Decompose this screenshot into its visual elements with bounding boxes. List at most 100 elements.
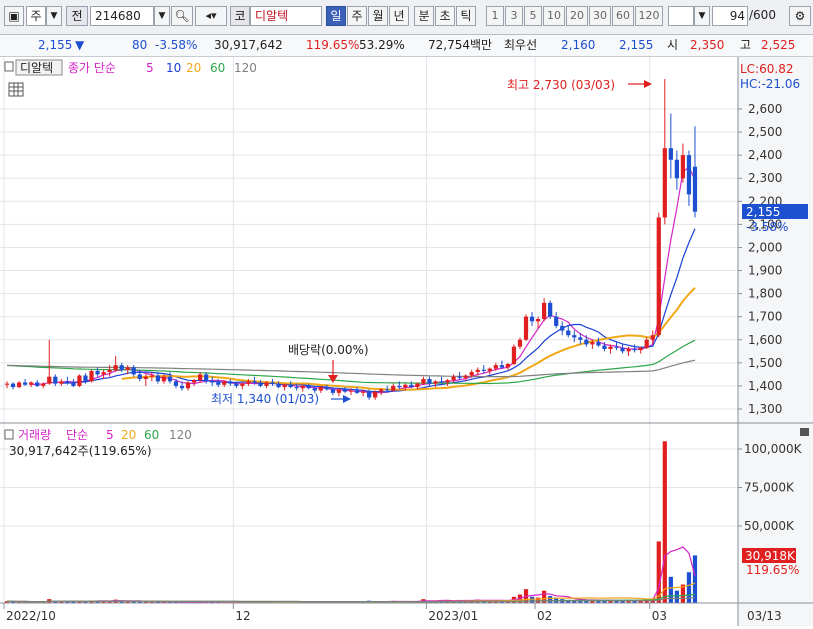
close-panel-icon[interactable] [800, 428, 809, 436]
open-price: 2,350 [690, 38, 725, 52]
candle-body [590, 342, 595, 345]
candle-body [463, 375, 468, 378]
volume-ma-label-120: 120 [169, 428, 192, 442]
stock-code-input[interactable]: 214680 [90, 6, 154, 26]
candle-body [578, 337, 583, 340]
interval-20[interactable]: 20 [566, 6, 588, 26]
volume-tick-label: 100,000K [744, 442, 803, 456]
high-annotation: 최고 2,730 (03/03) [507, 78, 615, 92]
candle-body [113, 365, 118, 370]
collapse-icon[interactable] [4, 61, 14, 72]
price-tick-label: 1,400 [748, 379, 782, 393]
candle-body [505, 364, 511, 368]
speaker-icon[interactable]: ◂▾ [195, 6, 227, 26]
candle-body [131, 367, 136, 375]
toolbar: ▣ 주 ▼ 전 214680 ▼ 🔍︎ ◂▾ 코 디알텍 일 주 월 년 분 초… [0, 0, 813, 35]
count-blank[interactable] [668, 6, 694, 26]
candle-body [451, 376, 456, 381]
interval-60[interactable]: 60 [612, 6, 634, 26]
candle-body [542, 302, 547, 319]
table-icon[interactable] [8, 82, 24, 97]
interval-10[interactable]: 10 [543, 6, 565, 26]
price-tick-label: 2,300 [748, 171, 782, 185]
volume-ma-label-20: 20 [121, 428, 136, 442]
x-tick-label: 2023/01 [428, 609, 478, 623]
candle-body [487, 368, 492, 371]
high-label: 고 [740, 38, 752, 52]
high-price: 2,525 [761, 38, 796, 52]
candle-body [47, 376, 52, 384]
candle-body [354, 390, 360, 393]
candle-body [566, 330, 571, 336]
candle-body [644, 339, 649, 348]
count-input[interactable]: 94 [712, 6, 748, 26]
candle-body [294, 387, 299, 389]
tab-tick[interactable]: 틱 [456, 6, 476, 26]
turnover: 53.29% [359, 38, 405, 52]
tab-minute[interactable]: 분 [414, 6, 434, 26]
hc-value: HC:-21.06 [740, 77, 800, 91]
candle-body [119, 365, 124, 370]
tab-day[interactable]: 일 [326, 6, 346, 26]
chevron-down-icon[interactable]: ▼ [46, 6, 62, 26]
code-dropdown-icon[interactable]: ▼ [154, 6, 170, 26]
candle-body [397, 385, 402, 388]
ma-label-10: 10 [166, 61, 181, 75]
candle-body [596, 342, 601, 346]
candle-body [198, 374, 203, 381]
chart-settings-icon[interactable]: ⚙ [789, 6, 811, 26]
tab-second[interactable]: 초 [435, 6, 455, 26]
low-annotation: 최저 1,340 (01/03) [211, 392, 319, 406]
tab-year[interactable]: 년 [389, 6, 409, 26]
candle-body [234, 383, 239, 386]
tab-week[interactable]: 주 [347, 6, 367, 26]
candle-body [222, 381, 227, 385]
interval-3[interactable]: 3 [505, 6, 523, 26]
candle-body [29, 382, 34, 385]
count-dropdown-icon[interactable]: ▼ [694, 6, 710, 26]
candle-body [385, 389, 390, 391]
candle-body [324, 387, 329, 390]
candle-body [336, 389, 342, 393]
candle-body [584, 339, 589, 345]
current-price: 2,155 [38, 38, 73, 52]
candle-body [161, 376, 167, 382]
price-tick-label: 1,300 [748, 402, 782, 416]
chart-area[interactable]: 1,300 1,400 1,500 1,600 1,700 1,800 1,900 2,000… [0, 57, 813, 626]
interval-1[interactable]: 1 [486, 6, 504, 26]
candle-body [523, 316, 529, 340]
stock-chart[interactable]: 1,300 1,400 1,500 1,600 1,700 1,800 1,900 2,000… [0, 57, 813, 626]
price-tick-label: 2,000 [748, 240, 782, 254]
candle-body [626, 349, 631, 352]
period-select[interactable]: 주 [26, 6, 46, 26]
candle-body [445, 380, 450, 383]
candle-body [210, 381, 215, 383]
volume-ma-label-60: 60 [144, 428, 159, 442]
candle-body [65, 381, 70, 383]
volume-rate: 119.65% [306, 38, 360, 52]
x-tick-label: 12 [235, 609, 250, 623]
volume-tick-label: 50,000K [744, 519, 795, 533]
volume-bar [548, 596, 553, 603]
candle-body [686, 155, 692, 195]
candle-body [560, 325, 565, 331]
tab-month[interactable]: 월 [368, 6, 388, 26]
interval-120[interactable]: 120 [635, 6, 663, 26]
search-icon[interactable]: 🔍︎ [171, 6, 193, 26]
ma-label-20: 20 [186, 61, 201, 75]
window-icon[interactable]: ▣ [4, 6, 24, 26]
candle-body [360, 391, 366, 393]
open-label: 시 [667, 38, 679, 52]
price-tick-label: 1,500 [748, 356, 782, 370]
interval-30[interactable]: 30 [589, 6, 611, 26]
candle-body [282, 384, 287, 388]
candle-body [614, 346, 619, 348]
candle-body [668, 148, 673, 160]
candle-body [608, 346, 613, 349]
volume-sub-label: 30,917,642주(119.65%) [9, 444, 152, 458]
current-change-tag: -3.58% [746, 220, 788, 234]
candle-body [366, 391, 372, 398]
candle-body [59, 381, 64, 384]
interval-5[interactable]: 5 [524, 6, 542, 26]
volume-collapse-icon[interactable] [4, 429, 14, 440]
